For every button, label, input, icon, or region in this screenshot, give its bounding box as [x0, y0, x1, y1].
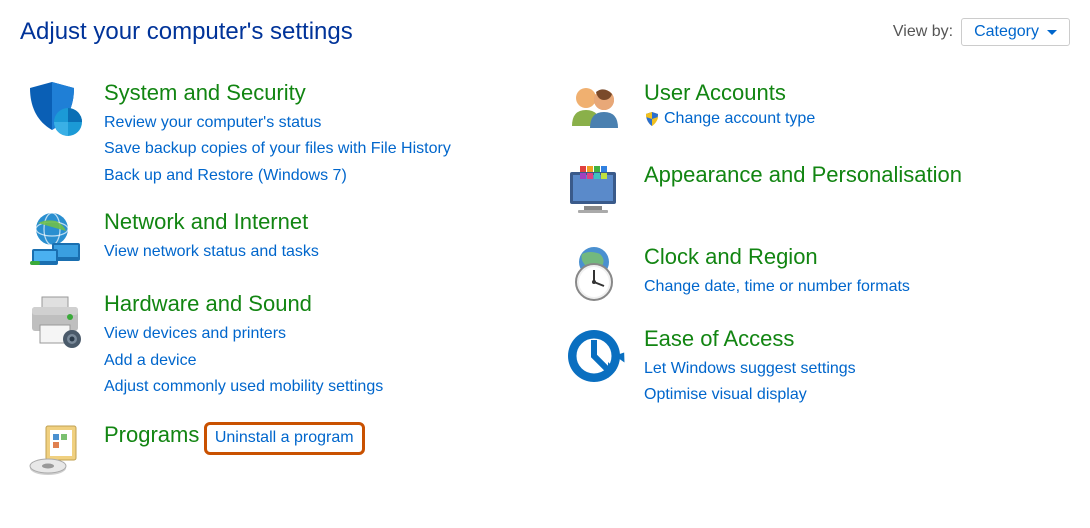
view-by-value: Category: [974, 23, 1039, 41]
category-title-appearance[interactable]: Appearance and Personalisation: [644, 162, 962, 188]
category-title-network[interactable]: Network and Internet: [104, 209, 308, 235]
link-network-status[interactable]: View network status and tasks: [104, 241, 540, 263]
link-optimise-visual[interactable]: Optimise visual display: [644, 384, 1080, 406]
category-hardware-sound: Hardware and Sound View devices and prin…: [20, 291, 540, 398]
category-clock-region: Clock and Region Change date, time or nu…: [560, 244, 1080, 304]
link-uninstall-program[interactable]: Uninstall a program: [215, 427, 354, 449]
category-title-clock-region[interactable]: Clock and Region: [644, 244, 818, 270]
category-title-user-accounts[interactable]: User Accounts: [644, 80, 786, 106]
ease-of-access-icon: [560, 326, 630, 386]
link-change-account-type[interactable]: Change account type: [664, 108, 815, 130]
category-appearance: Appearance and Personalisation: [560, 162, 1080, 222]
shield-icon: [20, 80, 90, 140]
view-by-label: View by:: [893, 23, 953, 41]
category-ease-of-access: Ease of Access Let Windows suggest setti…: [560, 326, 1080, 407]
category-network-internet: Network and Internet View network status…: [20, 209, 540, 269]
link-windows-suggest[interactable]: Let Windows suggest settings: [644, 358, 1080, 380]
link-devices-printers[interactable]: View devices and printers: [104, 323, 540, 345]
link-review-status[interactable]: Review your computer's status: [104, 112, 540, 134]
clock-globe-icon: [560, 244, 630, 304]
link-backup-restore[interactable]: Back up and Restore (Windows 7): [104, 165, 540, 187]
link-mobility-settings[interactable]: Adjust commonly used mobility settings: [104, 376, 540, 398]
category-system-security: System and Security Review your computer…: [20, 80, 540, 187]
link-file-history[interactable]: Save backup copies of your files with Fi…: [104, 138, 540, 160]
category-programs: Programs Uninstall a program: [20, 420, 540, 480]
category-title-system-security[interactable]: System and Security: [104, 80, 306, 106]
chevron-down-icon: [1047, 30, 1057, 35]
category-title-ease-of-access[interactable]: Ease of Access: [644, 326, 794, 352]
category-title-programs[interactable]: Programs: [104, 422, 199, 448]
monitor-colors-icon: [560, 162, 630, 222]
page-title: Adjust your computer's settings: [20, 18, 353, 46]
link-change-date-time[interactable]: Change date, time or number formats: [644, 276, 1080, 298]
printer-icon: [20, 291, 90, 351]
globe-network-icon: [20, 209, 90, 269]
view-by-control: View by: Category: [893, 18, 1070, 46]
link-add-device[interactable]: Add a device: [104, 350, 540, 372]
category-title-hardware[interactable]: Hardware and Sound: [104, 291, 312, 317]
uac-shield-icon: [644, 111, 660, 127]
programs-icon: [20, 420, 90, 480]
category-user-accounts: User Accounts Change account type: [560, 80, 1080, 140]
highlight-uninstall: Uninstall a program: [204, 422, 365, 454]
users-icon: [560, 80, 630, 140]
view-by-dropdown[interactable]: Category: [961, 18, 1070, 46]
